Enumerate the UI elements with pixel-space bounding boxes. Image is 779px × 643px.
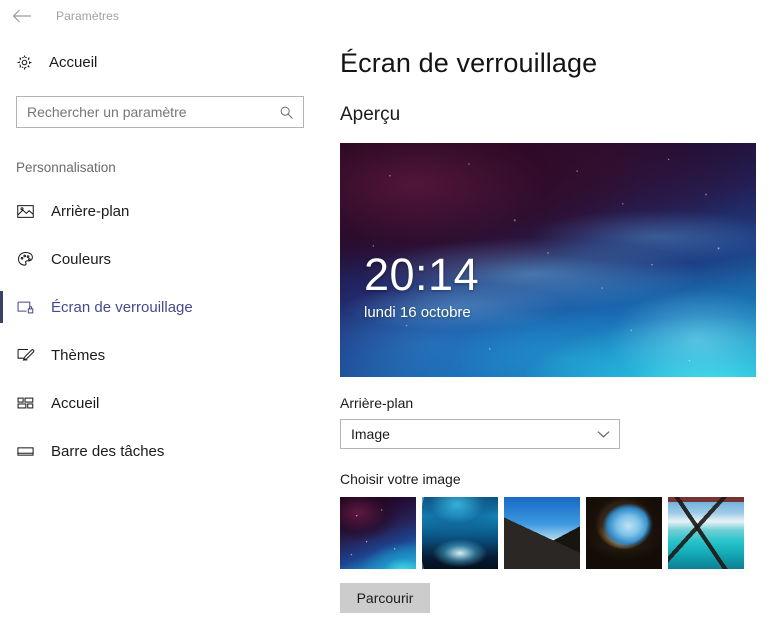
preview-date: lundi 16 octobre bbox=[364, 304, 471, 321]
settings-window: Paramètres Accueil Rechercher un paramèt… bbox=[0, 0, 779, 643]
back-button[interactable] bbox=[0, 0, 44, 32]
page-title: Écran de verrouillage bbox=[340, 48, 598, 78]
sidebar-item-themes[interactable]: Thèmes bbox=[0, 331, 320, 379]
main-content: Écran de verrouillage Aperçu 20:14 lundi… bbox=[340, 0, 779, 643]
sidebar-item-label: Thèmes bbox=[51, 346, 106, 364]
selection-accent-bar bbox=[0, 435, 3, 467]
selection-accent-bar bbox=[0, 243, 3, 275]
choose-image-label: Choisir votre image bbox=[340, 471, 461, 487]
preview-time: 20:14 bbox=[364, 249, 480, 300]
sidebar-item-start[interactable]: Accueil bbox=[0, 379, 320, 427]
turquoise-lagoon-thumbnail[interactable] bbox=[668, 497, 744, 569]
start-tiles-icon bbox=[16, 394, 40, 413]
background-dropdown-value: Image bbox=[351, 426, 390, 442]
theme-brush-icon bbox=[16, 346, 40, 365]
taskbar-icon bbox=[16, 442, 40, 461]
search-box[interactable] bbox=[16, 96, 304, 128]
background-dropdown[interactable]: Image bbox=[340, 419, 620, 449]
picture-icon bbox=[16, 202, 40, 221]
selection-accent-bar bbox=[0, 339, 3, 371]
sea-cave-arch-thumbnail[interactable] bbox=[586, 497, 662, 569]
sidebar-item-lock-screen[interactable]: Écran de verrouillage bbox=[0, 283, 320, 331]
preview-section-title: Aperçu bbox=[340, 104, 401, 125]
ice-cave-thumbnail[interactable] bbox=[422, 497, 498, 569]
lock-screen-preview[interactable]: 20:14 lundi 16 octobre bbox=[340, 143, 756, 377]
search-icon[interactable] bbox=[277, 105, 295, 120]
sidebar-item-label: Couleurs bbox=[51, 250, 112, 268]
sidebar-item-taskbar[interactable]: Barre des tâches bbox=[0, 427, 320, 475]
sidebar-item-home[interactable]: Accueil bbox=[0, 44, 320, 80]
nebula-thumbnail[interactable] bbox=[340, 497, 416, 569]
preview-clock: 20:14 lundi 16 octobre bbox=[364, 251, 479, 321]
image-thumbnail-list bbox=[340, 497, 779, 569]
search-input[interactable] bbox=[27, 104, 277, 120]
back-arrow-icon bbox=[12, 9, 31, 23]
sidebar-nav-list: Arrière-plan Couleurs Écran de verrouill… bbox=[0, 187, 320, 475]
background-field-label: Arrière-plan bbox=[340, 395, 414, 411]
selection-accent-bar bbox=[0, 195, 3, 227]
sidebar: Accueil Personnalisation bbox=[0, 44, 320, 643]
sidebar-item-label: Barre des tâches bbox=[51, 442, 165, 460]
gear-icon bbox=[16, 54, 38, 71]
browse-button[interactable]: Parcourir bbox=[340, 583, 430, 613]
sidebar-item-label: Écran de verrouillage bbox=[51, 298, 193, 316]
sidebar-item-background[interactable]: Arrière-plan bbox=[0, 187, 320, 235]
sidebar-group-title: Personnalisation bbox=[16, 160, 116, 175]
volcanic-ridge-thumbnail[interactable] bbox=[504, 497, 580, 569]
chevron-down-icon bbox=[595, 430, 611, 439]
sidebar-item-label: Accueil bbox=[51, 394, 100, 412]
sidebar-home-label: Accueil bbox=[49, 53, 98, 71]
palette-icon bbox=[16, 250, 40, 269]
sidebar-item-label: Arrière-plan bbox=[51, 202, 130, 220]
selection-accent-bar bbox=[0, 291, 3, 323]
sidebar-item-colors[interactable]: Couleurs bbox=[0, 235, 320, 283]
window-title: Paramètres bbox=[56, 9, 120, 23]
lock-screen-icon bbox=[16, 298, 40, 317]
selection-accent-bar bbox=[0, 387, 3, 419]
